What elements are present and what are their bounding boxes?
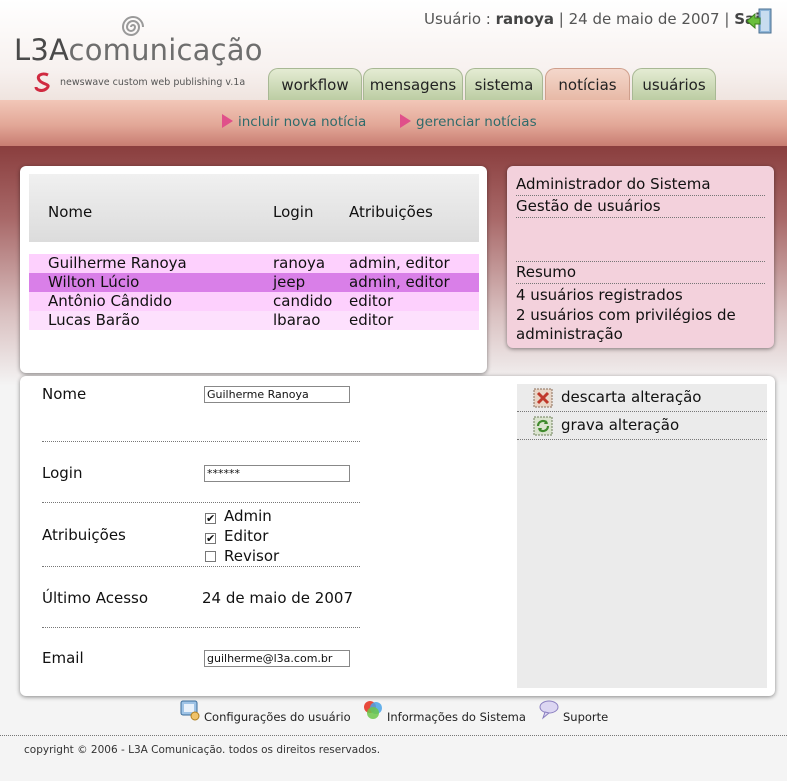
admin-count: 2 usuários com privilégios de administra… — [516, 305, 736, 344]
footer-links: Configurações do usuário Informações do … — [0, 698, 787, 732]
header: L3Acomunicação newswave custom web publi… — [0, 0, 787, 100]
cell-login: jeep — [273, 273, 306, 291]
tagline: newswave custom web publishing v.1a — [60, 77, 246, 88]
column-header-name: Nome — [48, 203, 93, 221]
table-row[interactable]: Guilherme Ranoya ranoya admin, editor — [29, 254, 479, 273]
tab-usuarios[interactable]: usuários — [632, 68, 716, 100]
cell-roles: editor — [349, 292, 394, 310]
panel-title: Administrador do Sistema — [516, 174, 765, 196]
divider — [42, 502, 360, 503]
checkbox-editor[interactable]: ✔ Editor — [205, 527, 268, 545]
tab-noticias[interactable]: notícias — [545, 68, 630, 100]
user-name: ranoya — [495, 10, 555, 28]
exit-door-icon[interactable] — [745, 6, 775, 36]
summary-panel: Administrador do Sistema Gestão de usuár… — [507, 166, 774, 348]
actions-sidebar: descarta alteração grava alteração — [517, 384, 767, 688]
last-access-label: Último Acesso — [42, 589, 149, 607]
current-date: | 24 de maio de 2007 | — [554, 10, 735, 28]
cell-roles: admin, editor — [349, 254, 450, 272]
checkbox-admin[interactable]: ✔ Admin — [205, 507, 272, 525]
cell-login: ranoya — [273, 254, 326, 272]
cell-roles: admin, editor — [349, 273, 450, 291]
divider — [42, 627, 360, 628]
user-bar: Usuário : ranoya | 24 de maio de 2007 | … — [424, 10, 768, 28]
newswave-logo-icon — [34, 72, 50, 92]
checkbox-checked-icon: ✔ — [205, 512, 216, 525]
registered-count: 4 usuários registrados — [516, 286, 683, 304]
tab-mensagens[interactable]: mensagens — [363, 68, 463, 100]
cell-login: lbarao — [273, 311, 321, 329]
system-info-icon — [364, 701, 382, 719]
footer-divider — [0, 735, 787, 736]
checkbox-unchecked-icon — [205, 551, 216, 562]
user-settings-link[interactable]: Configurações do usuário — [180, 700, 351, 724]
table-header: Nome Login Atribuições — [29, 174, 479, 242]
save-button[interactable]: grava alteração — [517, 412, 767, 440]
table-row-selected[interactable]: Wilton Lúcio jeep admin, editor — [29, 273, 479, 292]
tab-sistema[interactable]: sistema — [465, 68, 543, 100]
manage-news-link[interactable]: gerenciar notícias — [400, 114, 537, 130]
tab-workflow[interactable]: workflow — [268, 68, 362, 100]
roles-label: Atribuições — [42, 526, 126, 544]
email-field[interactable] — [204, 650, 350, 667]
table-row[interactable]: Lucas Barão lbarao editor — [29, 311, 479, 330]
divider — [42, 566, 360, 567]
cell-name: Lucas Barão — [48, 311, 140, 329]
column-header-login: Login — [273, 203, 314, 221]
spacer — [516, 218, 765, 262]
save-refresh-icon — [533, 416, 553, 436]
sub-navigation: incluir nova notícia gerenciar notícias — [0, 100, 787, 146]
summary-stats: 4 usuários registrados 2 usuários com pr… — [516, 286, 765, 345]
panel-subtitle: Gestão de usuários — [516, 196, 765, 218]
system-info-link[interactable]: Informações do Sistema — [364, 701, 526, 724]
cell-name: Wilton Lúcio — [48, 273, 140, 291]
divider — [42, 441, 360, 442]
last-access-value: 24 de maio de 2007 — [202, 589, 353, 607]
user-edit-form: Nome Login Atribuições ✔Admin ✔Editor Re… — [20, 376, 775, 696]
copyright: copyright © 2006 - L3A Comunicação. todo… — [24, 744, 381, 756]
cell-roles: editor — [349, 311, 394, 329]
table-row[interactable]: Antônio Cândido candido editor — [29, 292, 479, 311]
cell-name: Antônio Cândido — [48, 292, 173, 310]
password-field[interactable] — [204, 465, 350, 482]
checkbox-revisor[interactable]: Revisor — [205, 547, 279, 565]
user-list-panel: Nome Login Atribuições Guilherme Ranoya … — [20, 166, 487, 373]
name-label: Nome — [42, 385, 87, 403]
cell-login: candido — [273, 292, 333, 310]
arrow-right-icon — [222, 114, 233, 128]
discard-icon — [533, 388, 553, 408]
login-label: Login — [42, 464, 83, 482]
include-news-link[interactable]: incluir nova notícia — [222, 114, 366, 130]
checkbox-checked-icon: ✔ — [205, 532, 216, 545]
support-speech-icon — [539, 700, 559, 720]
user-settings-icon — [180, 700, 200, 721]
name-field[interactable] — [204, 386, 350, 403]
user-label: Usuário : — [424, 10, 496, 28]
discard-button[interactable]: descarta alteração — [517, 384, 767, 412]
support-link[interactable]: Suporte — [539, 700, 608, 724]
logo: L3Acomunicação — [14, 33, 263, 67]
column-header-roles: Atribuições — [349, 203, 433, 221]
arrow-right-icon — [400, 114, 411, 128]
cell-name: Guilherme Ranoya — [48, 254, 187, 272]
email-label: Email — [42, 649, 84, 667]
summary-heading: Resumo — [516, 262, 765, 284]
